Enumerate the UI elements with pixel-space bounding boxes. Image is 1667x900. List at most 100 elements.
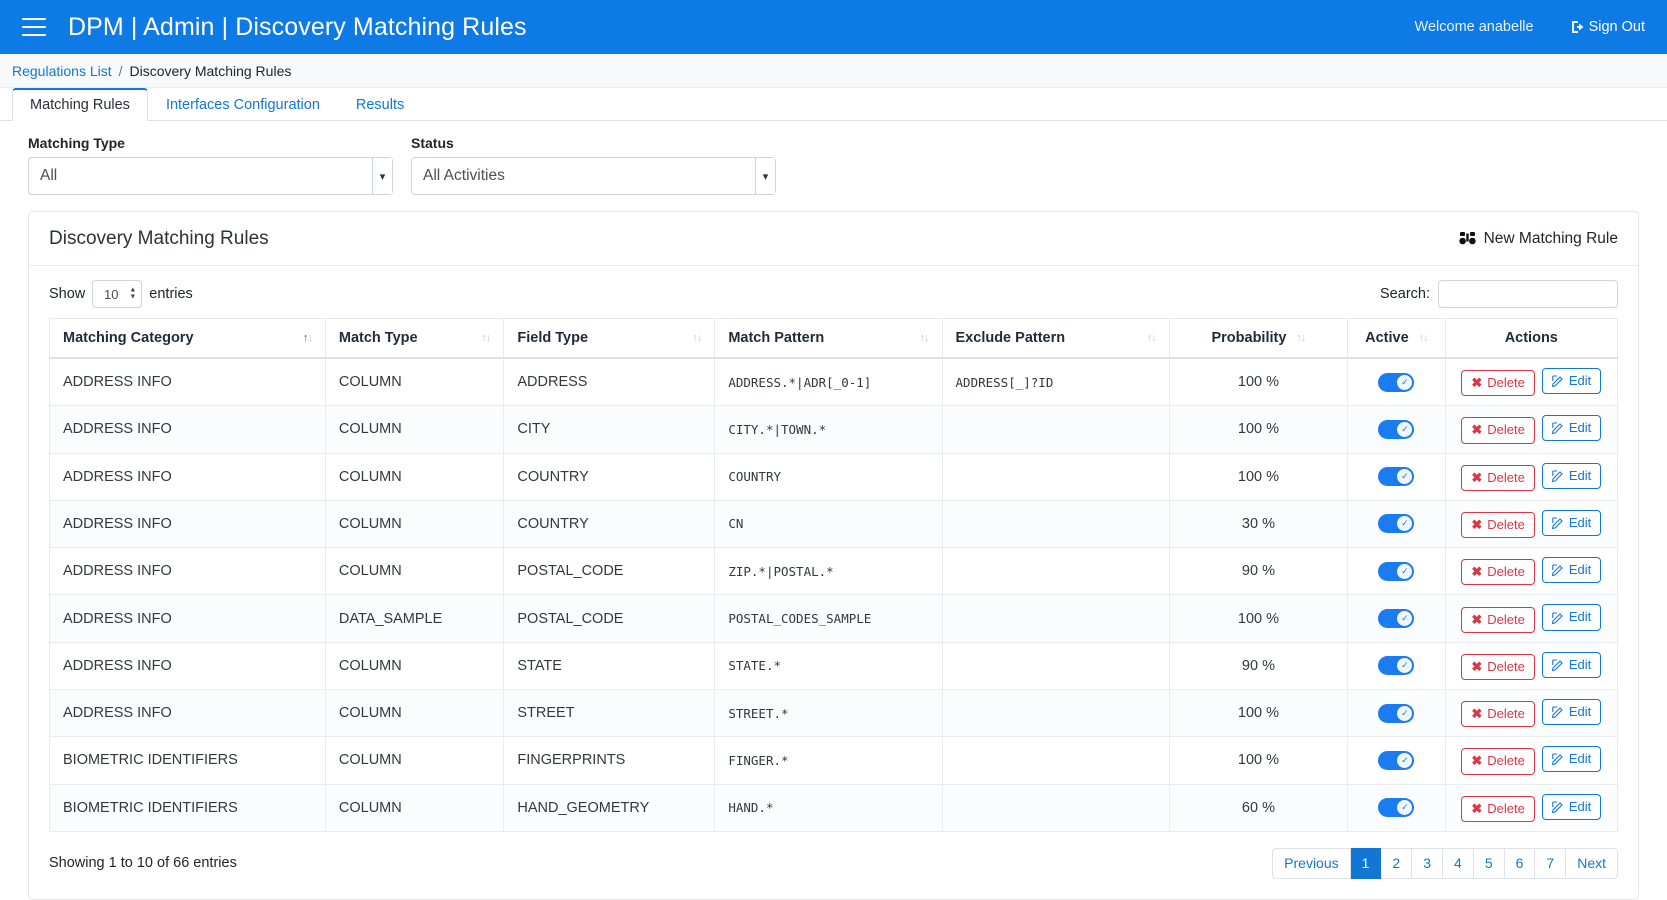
pagination-button-3[interactable]: 3 bbox=[1412, 848, 1443, 879]
cell-field-type: COUNTRY bbox=[504, 453, 715, 500]
tab-interfaces-configuration[interactable]: Interfaces Configuration bbox=[148, 89, 338, 121]
cell-match-type: COLUMN bbox=[325, 358, 504, 406]
pagination-button-next[interactable]: Next bbox=[1566, 848, 1618, 879]
cell-match-type: COLUMN bbox=[325, 737, 504, 784]
hamburger-icon[interactable] bbox=[22, 18, 46, 36]
table-row: ADDRESS INFOCOLUMNCOUNTRYCOUNTRY100 %✓✖D… bbox=[50, 453, 1618, 500]
edit-button[interactable]: Edit bbox=[1542, 794, 1601, 820]
table-row: BIOMETRIC IDENTIFIERSCOLUMNHAND_GEOMETRY… bbox=[50, 784, 1618, 831]
active-toggle[interactable]: ✓ bbox=[1378, 420, 1414, 439]
page-length-select[interactable]: 10 ▲▼ bbox=[92, 280, 142, 308]
column-header-actions[interactable]: Actions bbox=[1445, 319, 1617, 359]
cell-match-pattern: HAND.* bbox=[715, 784, 942, 831]
close-icon: ✖ bbox=[1471, 374, 1482, 392]
entries-label: entries bbox=[149, 286, 193, 302]
matching-type-label: Matching Type bbox=[28, 135, 393, 151]
matching-rules-table: Matching Category ↑↓ Match Type ↑↓ Field… bbox=[49, 318, 1618, 832]
delete-button[interactable]: ✖Delete bbox=[1461, 512, 1534, 538]
edit-button[interactable]: Edit bbox=[1542, 463, 1601, 489]
tab-matching-rules[interactable]: Matching Rules bbox=[12, 88, 148, 121]
active-toggle[interactable]: ✓ bbox=[1378, 609, 1414, 628]
sign-out-button[interactable]: Sign Out bbox=[1570, 19, 1645, 35]
cell-matching-category: ADDRESS INFO bbox=[50, 500, 326, 547]
edit-button[interactable]: Edit bbox=[1542, 746, 1601, 772]
new-matching-rule-button[interactable]: New Matching Rule bbox=[1459, 230, 1618, 248]
delete-button[interactable]: ✖Delete bbox=[1461, 559, 1534, 585]
search-input[interactable] bbox=[1438, 280, 1618, 308]
status-select[interactable]: All Activities bbox=[411, 157, 776, 195]
cell-probability: 100 % bbox=[1169, 737, 1348, 784]
pagination-button-2[interactable]: 2 bbox=[1381, 848, 1412, 879]
active-toggle[interactable]: ✓ bbox=[1378, 751, 1414, 770]
close-icon: ✖ bbox=[1471, 752, 1482, 770]
edit-button[interactable]: Edit bbox=[1542, 510, 1601, 536]
sort-icon: ↑↓ bbox=[1296, 333, 1305, 343]
column-header-exclude-pattern[interactable]: Exclude Pattern ↑↓ bbox=[942, 319, 1169, 359]
tab-results[interactable]: Results bbox=[338, 89, 422, 121]
cell-field-type: CITY bbox=[504, 406, 715, 453]
cell-match-type: COLUMN bbox=[325, 548, 504, 595]
column-header-match-pattern[interactable]: Match Pattern ↑↓ bbox=[715, 319, 942, 359]
cell-actions: ✖Delete Edit bbox=[1445, 406, 1617, 453]
delete-button[interactable]: ✖Delete bbox=[1461, 701, 1534, 727]
cell-match-type: COLUMN bbox=[325, 784, 504, 831]
edit-label: Edit bbox=[1569, 798, 1591, 816]
active-toggle[interactable]: ✓ bbox=[1378, 656, 1414, 675]
cell-actions: ✖Delete Edit bbox=[1445, 595, 1617, 642]
active-toggle[interactable]: ✓ bbox=[1378, 798, 1414, 817]
filter-matching-type: Matching Type All ▾ bbox=[28, 135, 393, 195]
pagination-button-previous[interactable]: Previous bbox=[1272, 848, 1350, 879]
pagination-button-4[interactable]: 4 bbox=[1443, 848, 1474, 879]
cell-matching-category: ADDRESS INFO bbox=[50, 689, 326, 736]
edit-button[interactable]: Edit bbox=[1542, 415, 1601, 441]
cell-field-type: COUNTRY bbox=[504, 500, 715, 547]
column-label: Actions bbox=[1505, 330, 1558, 346]
active-toggle[interactable]: ✓ bbox=[1378, 562, 1414, 581]
column-header-active[interactable]: Active ↑↓ bbox=[1348, 319, 1445, 359]
column-header-probability[interactable]: Probability ↑↓ bbox=[1169, 319, 1348, 359]
pencil-icon bbox=[1552, 564, 1564, 576]
sort-icon: ↑↓ bbox=[920, 333, 929, 343]
table-row: ADDRESS INFODATA_SAMPLEPOSTAL_CODEPOSTAL… bbox=[50, 595, 1618, 642]
edit-button[interactable]: Edit bbox=[1542, 652, 1601, 678]
pagination-button-6[interactable]: 6 bbox=[1505, 848, 1536, 879]
cell-active: ✓ bbox=[1348, 453, 1445, 500]
breadcrumb: Regulations List / Discovery Matching Ru… bbox=[0, 54, 1667, 88]
edit-button[interactable]: Edit bbox=[1542, 699, 1601, 725]
breadcrumb-link-regulations-list[interactable]: Regulations List bbox=[12, 63, 112, 79]
column-header-field-type[interactable]: Field Type ↑↓ bbox=[504, 319, 715, 359]
edit-button[interactable]: Edit bbox=[1542, 368, 1601, 394]
active-toggle[interactable]: ✓ bbox=[1378, 704, 1414, 723]
column-label: Active bbox=[1365, 330, 1409, 346]
pencil-icon bbox=[1552, 801, 1564, 813]
pagination-button-7[interactable]: 7 bbox=[1535, 848, 1566, 879]
cell-probability: 90 % bbox=[1169, 642, 1348, 689]
close-icon: ✖ bbox=[1471, 563, 1482, 581]
pagination-button-1[interactable]: 1 bbox=[1351, 848, 1382, 879]
cell-matching-category: BIOMETRIC IDENTIFIERS bbox=[50, 737, 326, 784]
edit-button[interactable]: Edit bbox=[1542, 557, 1601, 583]
delete-button[interactable]: ✖Delete bbox=[1461, 370, 1534, 396]
page-title: DPM | Admin | Discovery Matching Rules bbox=[68, 13, 527, 42]
show-label: Show bbox=[49, 286, 85, 302]
pagination-button-5[interactable]: 5 bbox=[1474, 848, 1505, 879]
active-toggle[interactable]: ✓ bbox=[1378, 467, 1414, 486]
cell-actions: ✖Delete Edit bbox=[1445, 642, 1617, 689]
cell-matching-category: BIOMETRIC IDENTIFIERS bbox=[50, 784, 326, 831]
column-header-match-type[interactable]: Match Type ↑↓ bbox=[325, 319, 504, 359]
check-icon: ✓ bbox=[1397, 564, 1412, 579]
active-toggle[interactable]: ✓ bbox=[1378, 514, 1414, 533]
matching-type-select[interactable]: All bbox=[28, 157, 393, 195]
edit-button[interactable]: Edit bbox=[1542, 604, 1601, 630]
column-header-matching-category[interactable]: Matching Category ↑↓ bbox=[50, 319, 326, 359]
pencil-icon bbox=[1552, 659, 1564, 671]
cell-match-pattern: CITY.*|TOWN.* bbox=[715, 406, 942, 453]
delete-button[interactable]: ✖Delete bbox=[1461, 796, 1534, 822]
delete-button[interactable]: ✖Delete bbox=[1461, 607, 1534, 633]
delete-button[interactable]: ✖Delete bbox=[1461, 417, 1534, 443]
delete-button[interactable]: ✖Delete bbox=[1461, 465, 1534, 491]
delete-button[interactable]: ✖Delete bbox=[1461, 654, 1534, 680]
navbar-right-group: Welcome anabelle Sign Out bbox=[1415, 19, 1645, 35]
active-toggle[interactable]: ✓ bbox=[1378, 373, 1414, 392]
delete-button[interactable]: ✖Delete bbox=[1461, 748, 1534, 774]
